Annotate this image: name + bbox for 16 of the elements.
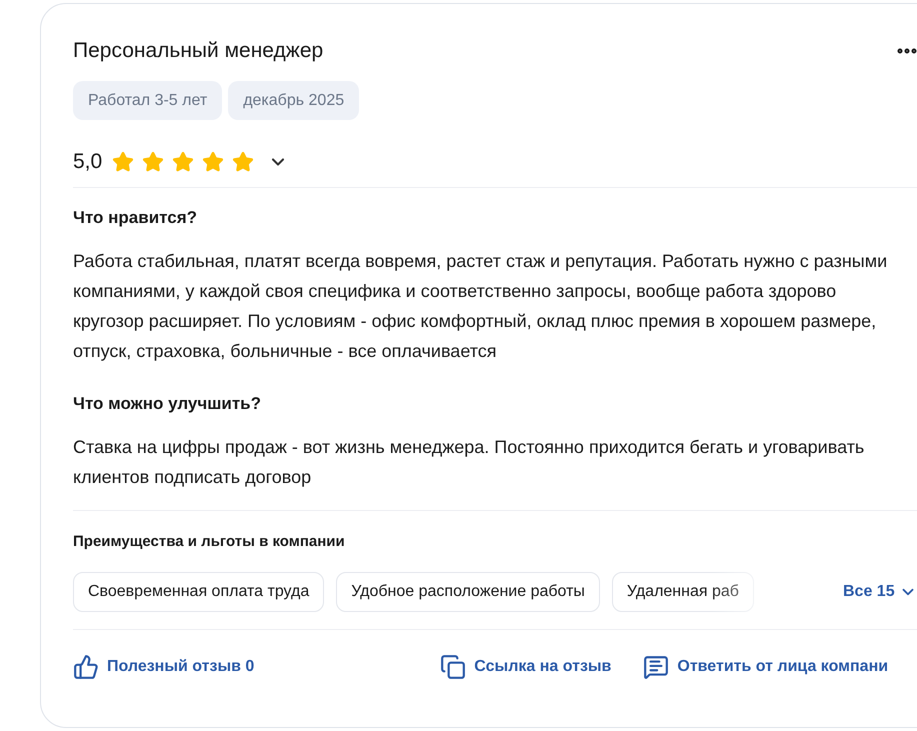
info-tag: Работал 3-5 лет (73, 81, 222, 120)
benefit-chip: Удаленная раб (612, 572, 754, 612)
section-heading: Что можно улучшить? (73, 393, 262, 415)
show-all-link[interactable]: Все 15 (843, 580, 917, 604)
info-tag: декабрь 2025 (228, 81, 360, 120)
action-link[interactable]: Ссылка на отзыв (440, 654, 612, 680)
action-link[interactable]: Полезный отзыв 0 (73, 654, 254, 680)
benefit-chip: Своевременная оплата труда (73, 572, 324, 612)
benefits-heading: Преимущества и льготы в компании (73, 532, 346, 552)
section-text: Ставка на цифры продаж - вот жизнь менеджера. Постоянно приходится бегать и уговаривать клиентов подписать договор (73, 436, 866, 489)
review-title: Персональный менеджер (73, 38, 324, 64)
section-text: Работа стабильная, платят всегда вовремя, растет стаж и репутация. Работать нужно с разными компаниями, у каждой своя специфика и соответственно запросы, вообще работа здорово кругозор расширяет. По условиям - офис комфортный, оклад плюс премия в хорошем размере, отпуск, страховка, больничные - все оплачивается (73, 250, 888, 363)
section-heading: Что нравится? (73, 207, 198, 229)
rating-value: 5,0 (73, 149, 102, 176)
benefit-chip: Удобное расположение работы (336, 572, 600, 612)
action-link[interactable]: Ответить от лица компани (643, 654, 888, 680)
